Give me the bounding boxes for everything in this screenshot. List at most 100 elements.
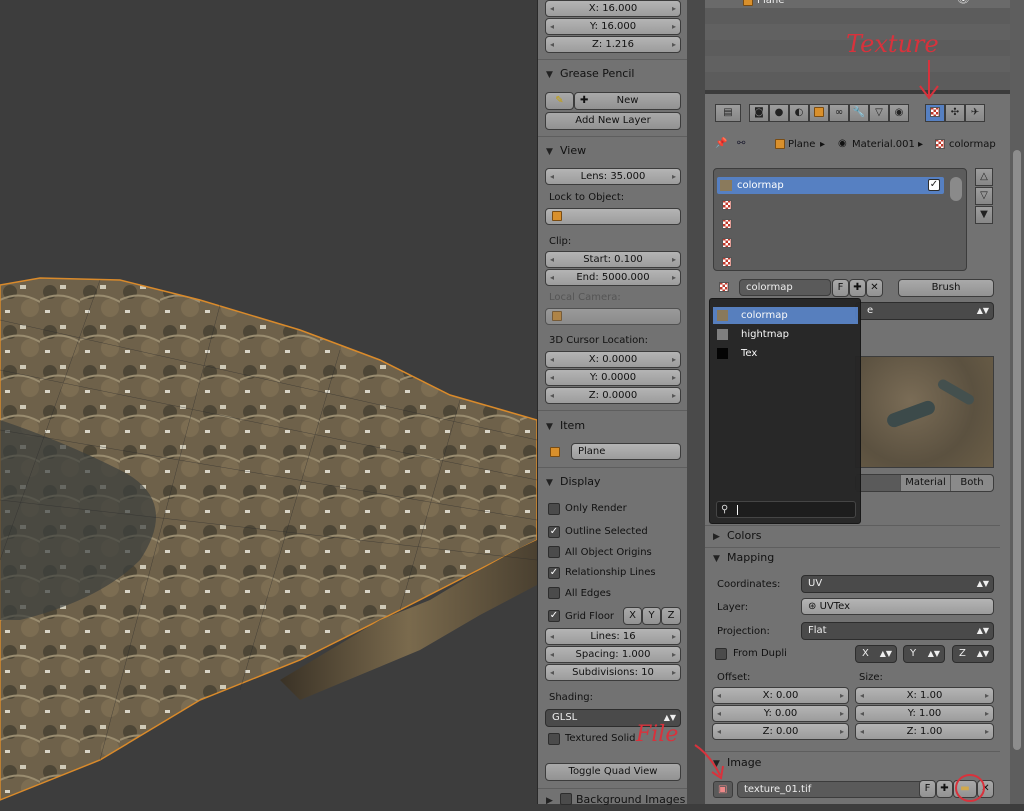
tab-render[interactable]: ◙ [749, 104, 769, 122]
lens-field[interactable]: ◂ Lens: 35.000 ▸ [545, 168, 681, 185]
local-camera-field[interactable] [545, 308, 681, 325]
size-x-field[interactable]: ◂ X: 1.00 ▸ [855, 687, 994, 704]
texture-slot-list[interactable]: colormap ✓ [713, 168, 967, 271]
grid-subdivisions-field[interactable]: ◂ Subdivisions: 10 ▸ [545, 664, 681, 681]
menu-item-colormap[interactable]: colormap [713, 307, 858, 324]
tab-object[interactable] [809, 104, 829, 122]
tab-world[interactable]: ◐ [789, 104, 809, 122]
texture-type-select[interactable]: e ▲▼ [855, 302, 994, 320]
3d-viewport[interactable] [0, 0, 537, 804]
background-images-header[interactable]: ▶ Background Images [546, 790, 685, 810]
pencil-button[interactable]: ✎ [545, 92, 574, 110]
pin-icon[interactable]: 📌 [715, 137, 727, 151]
offset-z-field[interactable]: ◂ Z: 0.00 ▸ [712, 723, 849, 740]
texture-slot-icon[interactable] [722, 200, 732, 210]
colors-header[interactable]: ▶ Colors [713, 526, 761, 546]
all-edges-checkbox[interactable] [548, 587, 560, 599]
outline-selected-checkbox[interactable]: ✓ [548, 526, 560, 538]
background-images-checkbox[interactable] [560, 793, 572, 805]
only-render-checkbox[interactable] [548, 503, 560, 515]
dimension-x-field[interactable]: ◂ X: 16.000 ▸ [545, 0, 681, 17]
preview-tab-texture[interactable] [856, 475, 900, 491]
tab-data[interactable]: ▽ [869, 104, 889, 122]
tab-particles[interactable]: ✣ [945, 104, 965, 122]
tab-scene[interactable]: ● [769, 104, 789, 122]
editor-type-button[interactable]: ▤ [715, 104, 741, 122]
menu-item-tex[interactable]: Tex [713, 345, 858, 362]
item-name-field[interactable]: Plane [571, 443, 681, 460]
texture-slot-icon[interactable] [722, 257, 732, 267]
from-dupli-checkbox[interactable] [715, 648, 727, 660]
grid-spacing-field[interactable]: ◂ Spacing: 1.000 ▸ [545, 646, 681, 663]
list-scrollbar[interactable] [950, 177, 962, 201]
grid-axis-x-button[interactable]: X [623, 607, 642, 625]
mapping-header[interactable]: ▼ Mapping [713, 548, 774, 568]
cursor-x-field[interactable]: ◂ X: 0.0000 ▸ [545, 351, 681, 368]
brush-button[interactable]: Brush [898, 279, 994, 297]
image-filename-field[interactable]: texture_01.tif [737, 781, 933, 798]
mapping-z-select[interactable]: Z ▲▼ [952, 645, 994, 663]
cursor-y-field[interactable]: ◂ Y: 0.0000 ▸ [545, 369, 681, 386]
add-texture-button[interactable]: ✚ [849, 279, 866, 297]
menu-search-input[interactable]: ⚲ [716, 501, 856, 518]
texture-slot-icon[interactable] [722, 219, 732, 229]
scrollbar-thumb[interactable] [1013, 150, 1021, 750]
grease-pencil-header[interactable]: ▼ Grease Pencil [546, 64, 634, 84]
lock-object-field[interactable] [545, 208, 681, 225]
clip-end-field[interactable]: ◂ End: 5000.000 ▸ [545, 269, 681, 286]
texture-slot-icon[interactable] [722, 238, 732, 248]
tab-modifiers[interactable]: 🔧 [849, 104, 869, 122]
tab-physics[interactable]: ✈ [965, 104, 985, 122]
add-new-layer-button[interactable]: Add New Layer [545, 112, 681, 130]
expand-icon: ▶ [713, 532, 720, 542]
region-divider[interactable] [687, 0, 705, 804]
object-icon [550, 447, 560, 457]
offset-x-field[interactable]: ◂ X: 0.00 ▸ [712, 687, 849, 704]
coordinates-select[interactable]: UV ▲▼ [801, 575, 994, 593]
fake-user-button[interactable]: F [832, 279, 849, 297]
unlink-texture-button[interactable]: ✕ [866, 279, 883, 297]
textured-solid-checkbox[interactable] [548, 733, 560, 745]
cursor-z-field[interactable]: ◂ Z: 0.0000 ▸ [545, 387, 681, 404]
dimension-z-field[interactable]: ◂ Z: 1.216 ▸ [545, 36, 681, 53]
view-header[interactable]: ▼ View [546, 141, 586, 161]
tab-texture[interactable] [925, 104, 945, 122]
size-y-field[interactable]: ◂ Y: 1.00 ▸ [855, 705, 994, 722]
menu-item-hightmap[interactable]: hightmap [713, 326, 858, 343]
grid-axis-z-button[interactable]: Z [661, 607, 681, 625]
grid-floor-checkbox[interactable]: ✓ [548, 610, 560, 622]
preview-tab-both[interactable]: Both [950, 475, 993, 491]
clip-start-field[interactable]: ◂ Start: 0.100 ▸ [545, 251, 681, 268]
offset-y-field[interactable]: ◂ Y: 0.00 ▸ [712, 705, 849, 722]
mapping-y-select[interactable]: Y ▲▼ [903, 645, 945, 663]
image-new-button[interactable]: ✚ [936, 780, 953, 798]
uv-layer-field[interactable]: ⊛ UVTex [801, 598, 994, 615]
size-z-field[interactable]: ◂ Z: 1.00 ▸ [855, 723, 994, 740]
grid-lines-field[interactable]: ◂ Lines: 16 ▸ [545, 628, 681, 645]
image-fake-user-button[interactable]: F [919, 780, 936, 798]
mapping-x-select[interactable]: X ▲▼ [855, 645, 897, 663]
all-object-origins-checkbox[interactable] [548, 546, 560, 558]
slot-menu-button[interactable]: ▼ [975, 206, 993, 224]
texture-name-field[interactable]: colormap [739, 279, 831, 296]
eye-icon[interactable]: 👁 [957, 0, 970, 8]
projection-select[interactable]: Flat ▲▼ [801, 622, 994, 640]
relationship-lines-checkbox[interactable]: ✓ [548, 567, 560, 579]
properties-scrollbar[interactable] [1010, 0, 1024, 804]
dimension-y-field[interactable]: ◂ Y: 16.000 ▸ [545, 18, 681, 35]
grid-axis-y-button[interactable]: Y [642, 607, 661, 625]
display-header[interactable]: ▼ Display [546, 472, 601, 492]
toggle-quad-view-button[interactable]: Toggle Quad View [545, 763, 681, 781]
list-item[interactable]: colormap ✓ [717, 177, 944, 194]
texture-browse-icon[interactable] [719, 282, 729, 292]
grease-pencil-new-button[interactable]: ✚ New [574, 92, 681, 110]
move-down-button[interactable]: ▽ [975, 187, 993, 205]
move-up-button[interactable]: △ [975, 168, 993, 186]
outliner-row[interactable]: Plane 👁 [705, 0, 1010, 8]
preview-tab-material[interactable]: Material [900, 475, 950, 491]
tab-material[interactable]: ◉ [889, 104, 909, 122]
slot-enable-checkbox[interactable]: ✓ [928, 179, 940, 191]
tab-constraints[interactable]: ∞ [829, 104, 849, 122]
texture-annotation: Texture [846, 30, 939, 58]
item-header[interactable]: ▼ Item [546, 416, 585, 436]
